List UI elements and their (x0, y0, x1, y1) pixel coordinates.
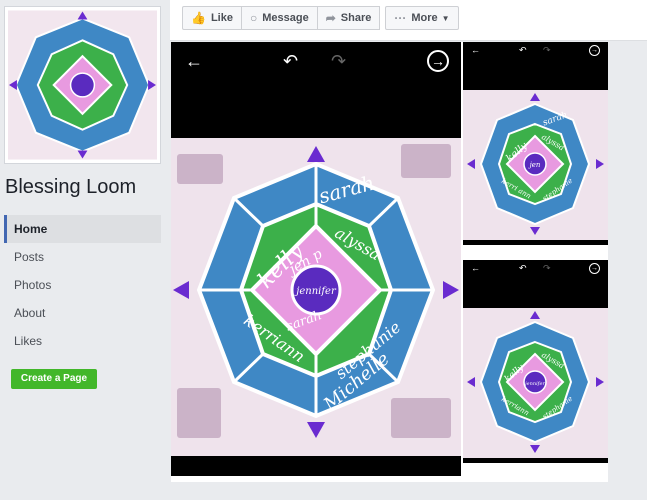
chevron-down-icon: ▼ (441, 13, 450, 23)
undo-icon[interactable]: ↶ (283, 52, 298, 70)
mandala-drawing: kelly alyssa kerriann stephanie jennifer (463, 308, 608, 458)
mandala-thumb-2: kelly alyssa kerriann stephanie jennifer (463, 308, 608, 458)
redo-icon: ↷ (543, 263, 551, 273)
thumb1-text-center: jen (528, 161, 541, 169)
back-arrow-icon: ← (471, 263, 480, 273)
thumbnail-photo-1[interactable]: ← ↶ ↷ → sarah kelly alyssa kerri ann ste… (463, 42, 608, 245)
profile-picture[interactable] (4, 6, 161, 164)
message-button[interactable]: ○ Message (240, 6, 318, 30)
more-button[interactable]: ··· More ▼ (385, 6, 459, 30)
page-nav: Home Posts Photos About Likes (4, 215, 161, 355)
like-label: Like (210, 12, 233, 24)
mandala-drawing: sarah Michelle kelly alyssa kerriann ste… (171, 138, 461, 456)
next-arrow-icon[interactable]: → (427, 50, 449, 72)
photo-text-center: jennifer (294, 286, 337, 297)
action-button-group: 👍 Like ○ Message ➦ Share ··· More ▼ (182, 6, 459, 30)
nav-item-likes[interactable]: Likes (4, 327, 161, 355)
next-arrow-icon: → (589, 45, 600, 56)
more-label: More (411, 12, 438, 24)
back-arrow-icon[interactable]: ← (185, 52, 203, 70)
share-button[interactable]: ➦ Share (316, 6, 381, 30)
nav-item-home[interactable]: Home (4, 215, 161, 243)
thumb-toolbar: ← ↶ ↷ → (463, 260, 608, 308)
page-name[interactable]: Blessing Loom (5, 176, 136, 199)
nav-item-posts[interactable]: Posts (4, 243, 161, 271)
undo-icon: ↶ (519, 45, 527, 55)
main-content: 👍 Like ○ Message ➦ Share ··· More ▼ ← ↶ (170, 0, 647, 500)
nav-item-photos[interactable]: Photos (4, 271, 161, 299)
thumb-toolbar: ← ↶ ↷ → (463, 42, 608, 90)
profile-mandala-image (8, 10, 157, 160)
mandala-photo-large: sarah Michelle kelly alyssa kerriann ste… (171, 138, 461, 456)
photo-grid: ← ↶ ↷ → sarah Michelle kelly alyssa kerr… (171, 42, 608, 482)
nav-item-about[interactable]: About (4, 299, 161, 327)
back-arrow-icon: ← (471, 45, 480, 55)
undo-icon: ↶ (519, 263, 527, 273)
share-label: Share (340, 12, 372, 24)
left-sidebar: Blessing Loom Home Posts Photos About Li… (0, 0, 166, 500)
thumbs-up-icon: 👍 (191, 11, 206, 25)
messenger-icon: ○ (249, 11, 258, 25)
page-action-bar: 👍 Like ○ Message ➦ Share ··· More ▼ (170, 0, 647, 41)
ellipsis-icon: ··· (394, 11, 407, 25)
redo-icon: ↷ (543, 45, 551, 55)
main-photo[interactable]: ← ↶ ↷ → sarah Michelle kelly alyssa kerr… (171, 42, 461, 476)
message-label: Message (262, 12, 309, 24)
thumb2-text-center: jennifer (524, 381, 545, 387)
like-button[interactable]: 👍 Like (182, 6, 242, 30)
photo-bottom-bar (171, 456, 461, 476)
share-arrow-icon: ➦ (325, 11, 336, 25)
next-arrow-icon: → (589, 263, 600, 274)
photo-toolbar: ← ↶ ↷ → (171, 42, 461, 138)
mandala-drawing: sarah kelly alyssa kerri ann stephanie j… (463, 90, 608, 240)
mandala-thumb-1: sarah kelly alyssa kerri ann stephanie j… (463, 90, 608, 240)
thumbnail-photo-2[interactable]: ← ↶ ↷ → kelly alyssa kerriann stephanie … (463, 260, 608, 463)
redo-icon[interactable]: ↷ (331, 52, 346, 70)
create-page-button[interactable]: Create a Page (11, 369, 97, 389)
